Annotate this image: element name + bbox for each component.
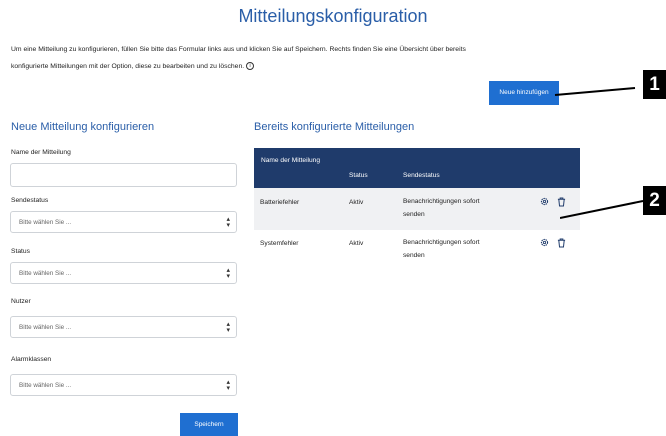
user-placeholder: Bitte wählen Sie ... — [19, 324, 72, 331]
page-title: Mitteilungskonfiguration — [238, 6, 428, 26]
intro-line-1: Um eine Mitteilung zu konfigurieren, fül… — [11, 46, 466, 53]
col-status-header: Status — [349, 172, 368, 179]
alarm-classes-placeholder: Bitte wählen Sie ... — [19, 382, 72, 389]
callout-1: 1 — [643, 70, 666, 99]
row-name: Batteriefehler — [260, 199, 300, 206]
gear-icon[interactable] — [540, 238, 549, 247]
col-name-header: Name der Mitteilung — [261, 157, 321, 164]
name-input[interactable] — [10, 163, 237, 187]
select-arrows-icon: ▴ ▾ — [226, 267, 230, 280]
trash-icon[interactable] — [557, 238, 566, 248]
callout-1-line — [554, 87, 636, 96]
status-select[interactable]: Bitte wählen Sie ... ▴ ▾ — [10, 262, 237, 284]
row-status: Aktiv — [349, 199, 364, 206]
save-button[interactable]: Speichern — [180, 413, 238, 436]
table-row[interactable]: Systemfehler Aktiv Benachrichtigungen so… — [254, 230, 580, 270]
intro-line-2: konfigurierte Mitteilungen mit der Optio… — [11, 58, 611, 75]
col-send-header: Sendestatus — [403, 172, 440, 179]
select-arrows-icon: ▴ ▾ — [226, 321, 230, 334]
status-label: Status — [11, 248, 30, 255]
add-new-button[interactable]: Neue hinzufügen — [489, 81, 559, 105]
form-title: Neue Mitteilung konfigurieren — [11, 121, 155, 133]
row-send-status: Benachrichtigungen sofort senden — [403, 198, 480, 218]
callout-2-line — [560, 200, 644, 219]
table-header: Name der Mitteilung Status Sendestatus — [254, 148, 580, 188]
name-label: Name der Mitteilung — [11, 149, 71, 156]
user-label: Nutzer — [11, 298, 31, 305]
row-send-status: Benachrichtigungen sofort senden — [403, 239, 480, 259]
send-status-label: Sendestatus — [11, 197, 49, 204]
status-placeholder: Bitte wählen Sie ... — [19, 270, 72, 277]
alarm-classes-select[interactable]: Bitte wählen Sie ... ▴ ▾ — [10, 374, 237, 396]
select-arrows-icon: ▴ ▾ — [226, 379, 230, 392]
send-status-placeholder: Bitte wählen Sie ... — [19, 219, 72, 226]
table-title: Bereits konfigurierte Mitteilungen — [254, 121, 415, 133]
intro-text: Um eine Mitteilung zu konfigurieren, fül… — [11, 41, 611, 75]
gear-icon[interactable] — [540, 197, 549, 206]
callout-2: 2 — [643, 186, 666, 215]
row-status: Aktiv — [349, 240, 364, 247]
table-row[interactable]: Batteriefehler Aktiv Benachrichtigungen … — [254, 188, 580, 230]
alarm-classes-label: Alarmklassen — [11, 356, 52, 363]
select-arrows-icon: ▴ ▾ — [226, 216, 230, 229]
user-select[interactable]: Bitte wählen Sie ... ▴ ▾ — [10, 316, 237, 338]
send-status-select[interactable]: Bitte wählen Sie ... ▴ ▾ — [10, 211, 237, 233]
info-icon[interactable]: i — [246, 62, 255, 71]
row-name: Systemfehler — [260, 240, 299, 247]
